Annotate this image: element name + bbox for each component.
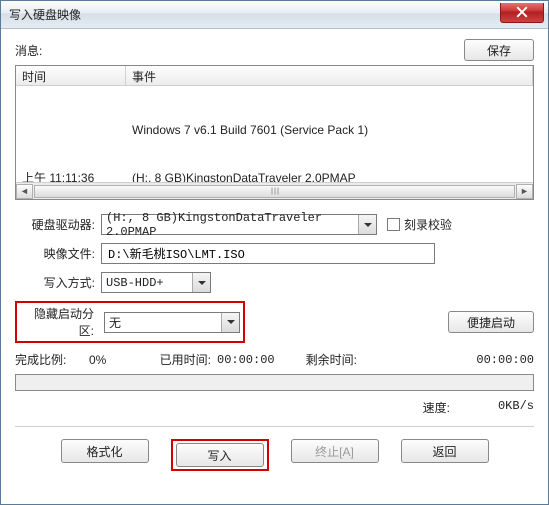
remain-label: 剩余时间:	[297, 351, 357, 368]
image-label: 映像文件:	[15, 245, 101, 262]
speed-label: 速度:	[423, 399, 450, 416]
write-mode-value: USB-HDD+	[106, 276, 164, 290]
write-mode-select[interactable]: USB-HDD+	[101, 272, 211, 293]
column-time[interactable]: 时间	[16, 66, 126, 85]
chevron-down-icon	[221, 313, 239, 332]
column-event[interactable]: 事件	[126, 66, 533, 85]
elapsed-label: 已用时间:	[151, 351, 211, 368]
hidden-boot-value: 无	[109, 314, 121, 331]
log-row[interactable]: Windows 7 v6.1 Build 7601 (Service Pack …	[22, 122, 527, 138]
save-button[interactable]: 保存	[464, 39, 534, 61]
horizontal-scrollbar[interactable]: ◄ ►	[16, 182, 533, 199]
abort-button: 终止[A]	[291, 439, 379, 463]
image-file-input[interactable]	[101, 243, 435, 264]
back-button[interactable]: 返回	[401, 439, 489, 463]
progress-info: 完成比例: 0% 已用时间: 00:00:00 剩余时间: 00:00:00	[15, 351, 534, 368]
image-file-value[interactable]	[106, 246, 430, 262]
format-button[interactable]: 格式化	[61, 439, 149, 463]
write-button[interactable]: 写入	[176, 443, 264, 467]
write-button-highlight: 写入	[171, 439, 269, 471]
drive-select[interactable]: (H:, 8 GB)KingstonDataTraveler 2.0PMAP	[101, 214, 377, 235]
verify-checkbox[interactable]	[387, 218, 400, 231]
log-list: 时间 事件 Windows 7 v6.1 Build 7601 (Service…	[15, 65, 534, 200]
ratio-value: 0%	[89, 353, 145, 367]
verify-checkbox-label[interactable]: 刻录校验	[404, 216, 452, 233]
drive-value: (H:, 8 GB)KingstonDataTraveler 2.0PMAP	[106, 211, 372, 239]
chevron-down-icon	[192, 273, 210, 292]
elapsed-value: 00:00:00	[217, 353, 291, 367]
progress-bar	[15, 374, 534, 391]
remain-value: 00:00:00	[363, 353, 534, 367]
scroll-left-arrow-icon[interactable]: ◄	[16, 184, 33, 199]
log-event: Windows 7 v6.1 Build 7601 (Service Pack …	[132, 122, 527, 138]
separator	[15, 426, 534, 427]
form: 硬盘驱动器: (H:, 8 GB)KingstonDataTraveler 2.…	[15, 214, 534, 471]
hidden-boot-highlight: 隐藏启动分区: 无	[15, 301, 245, 343]
drive-label: 硬盘驱动器:	[15, 216, 101, 233]
chevron-down-icon	[358, 215, 376, 234]
scroll-thumb[interactable]	[34, 185, 515, 198]
speed-value: 0KB/s	[478, 399, 534, 416]
write-mode-label: 写入方式:	[15, 274, 101, 291]
window-title: 写入硬盘映像	[9, 6, 81, 23]
close-icon	[516, 6, 528, 18]
title-bar: 写入硬盘映像	[1, 1, 548, 29]
scroll-right-arrow-icon[interactable]: ►	[516, 184, 533, 199]
close-button[interactable]	[500, 3, 544, 23]
log-time	[22, 122, 132, 138]
log-header: 时间 事件	[16, 66, 533, 86]
scroll-track[interactable]	[33, 184, 516, 199]
ratio-label: 完成比例:	[15, 351, 83, 368]
messages-label: 消息:	[15, 42, 42, 59]
hidden-boot-select[interactable]: 无	[104, 312, 240, 333]
client-area: 消息: 保存 时间 事件 Windows 7 v6.1 Build 7601 (…	[1, 29, 548, 483]
quick-boot-button[interactable]: 便捷启动	[448, 311, 534, 333]
hidden-boot-label: 隐藏启动分区:	[20, 305, 100, 339]
dialog-window: 写入硬盘映像 消息: 保存 时间 事件 Windows 7 v6.1 Build…	[0, 0, 549, 505]
footer-buttons: 格式化 写入 终止[A] 返回	[15, 439, 534, 471]
